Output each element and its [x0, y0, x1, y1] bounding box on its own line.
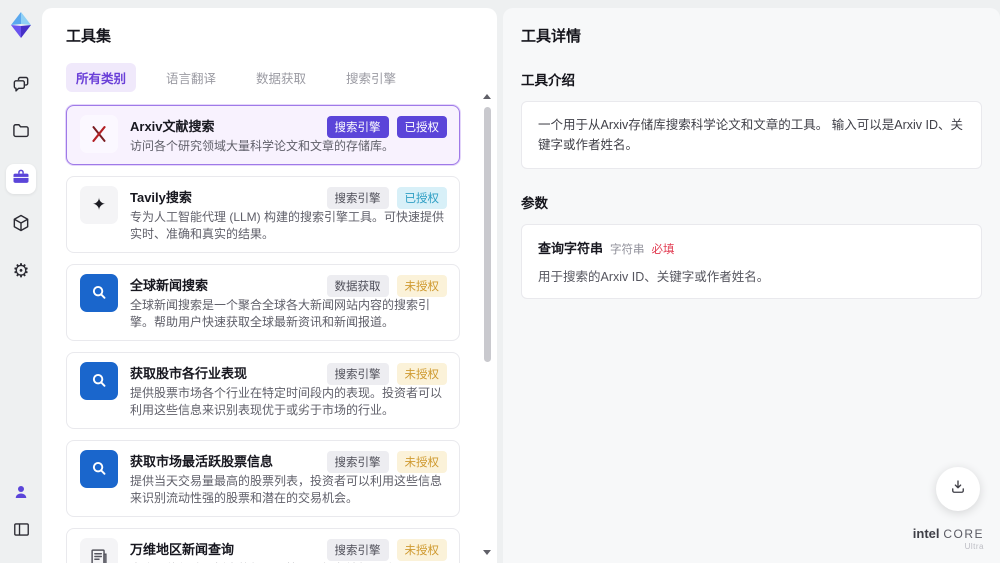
- brand-core: CORE: [943, 526, 984, 541]
- category-badge: 搜索引擎: [326, 451, 389, 474]
- category-badge: 数据获取: [326, 275, 389, 298]
- panel-toggle-icon: [12, 520, 31, 544]
- app-logo: [4, 8, 38, 42]
- status-badge: 已授权: [396, 187, 447, 210]
- nav-panel-toggle[interactable]: [6, 517, 36, 547]
- tool-desc: 专为人工智能代理 (LLM) 构建的搜索引擎工具。可快速提供实时、准确和真实的结…: [130, 210, 445, 242]
- tool-desc: 提供当天交易量最高的股票列表，投资者可以利用这些信息来识别流动性强的股票和潜在的…: [130, 474, 443, 506]
- tool-name: 全球新闻搜索: [130, 278, 209, 294]
- category-badge: 搜索引擎: [326, 363, 389, 386]
- tab-all-categories[interactable]: 所有类别: [66, 63, 137, 92]
- arxiv-x-icon: [80, 115, 118, 153]
- chat-icon: [11, 75, 31, 100]
- tool-desc: 提供股票市场各个行业在特定时间段内的表现。投资者可以利用这些信息来识别表现优于或…: [130, 386, 443, 418]
- category-tabs: 所有类别 语言翻译 数据获取 搜索引擎: [66, 63, 475, 92]
- status-badge: 未授权: [396, 539, 447, 562]
- category-badge: 搜索引擎: [326, 539, 389, 562]
- download-icon: [949, 478, 967, 501]
- category-badge: 搜索引擎: [326, 116, 389, 138]
- status-badge: 已授权: [396, 116, 447, 138]
- tool-desc: 访问各个研究领域大量科学论文和文章的存储库。: [130, 139, 395, 153]
- status-badge: 未授权: [396, 451, 447, 474]
- list-scrollbar: [482, 94, 492, 555]
- blue-search-icon: [80, 450, 118, 489]
- intro-text: 一个用于从Arxiv存储库搜索科学论文和文章的工具。 输入可以是Arxiv ID…: [538, 118, 964, 152]
- tools-list-pane: 工具集 所有类别 语言翻译 数据获取 搜索引擎 Arxiv文献搜索 访问各个研究…: [42, 8, 497, 563]
- tool-name: 获取股市各行业表现: [130, 366, 248, 382]
- brand-ultra: Ultra: [964, 542, 984, 552]
- scrollbar-thumb[interactable]: [483, 107, 491, 362]
- left-nav-rail: ⚙: [0, 0, 42, 563]
- nav-tools[interactable]: [6, 164, 36, 194]
- intro-heading: 工具介绍: [521, 73, 575, 88]
- briefcase-icon: [11, 167, 31, 192]
- scroll-down-arrow-icon[interactable]: [483, 550, 491, 555]
- param-name: 查询字符串: [538, 241, 604, 256]
- tab-language-translation[interactable]: 语言翻译: [156, 63, 226, 92]
- param-card: 查询字符串 字符串 必填 用于搜索的Arxiv ID、关键字或作者姓名。: [521, 224, 982, 299]
- param-required-badge: 必填: [651, 244, 675, 256]
- blue-search-icon: [80, 274, 118, 313]
- tool-name: Arxiv文献搜索: [130, 119, 215, 134]
- param-type: 字符串: [610, 244, 645, 256]
- tool-card-most-active-stocks[interactable]: 获取市场最活跃股票信息 提供当天交易量最高的股票列表，投资者可以利用这些信息来识…: [66, 440, 460, 518]
- tool-name: 获取市场最活跃股票信息: [130, 454, 274, 470]
- tool-card-tavily[interactable]: ✦ Tavily搜索 专为人工智能代理 (LLM) 构建的搜索引擎工具。可快速提…: [66, 176, 460, 254]
- intro-card: 一个用于从Arxiv存储库搜索科学论文和文章的工具。 输入可以是Arxiv ID…: [521, 101, 982, 169]
- params-heading: 参数: [521, 196, 548, 211]
- tools-panel-title: 工具集: [66, 28, 112, 45]
- tool-card-regional-news[interactable]: 万维地区新闻查询 查询具体行政区划内的新闻，快速了解各地新闻动 搜索引擎 未授权: [66, 528, 460, 563]
- newspaper-icon: [80, 538, 118, 563]
- param-desc: 用于搜索的Arxiv ID、关键字或作者姓名。: [538, 270, 770, 284]
- nav-settings[interactable]: ⚙: [6, 256, 36, 286]
- folder-icon: [11, 121, 31, 146]
- nav-packages[interactable]: [6, 210, 36, 240]
- tool-card-sector-performance[interactable]: 获取股市各行业表现 提供股票市场各个行业在特定时间段内的表现。投资者可以利用这些…: [66, 352, 460, 430]
- nav-account[interactable]: [6, 479, 36, 509]
- tool-card-arxiv[interactable]: Arxiv文献搜索 访问各个研究领域大量科学论文和文章的存储库。 搜索引擎 已授…: [66, 105, 460, 166]
- status-badge: 未授权: [396, 363, 447, 386]
- category-badge: 搜索引擎: [326, 187, 389, 210]
- gear-icon: ⚙: [12, 259, 30, 282]
- main-area: 工具集 所有类别 语言翻译 数据获取 搜索引擎 Arxiv文献搜索 访问各个研究…: [42, 8, 1000, 563]
- tool-name: 万维地区新闻查询: [130, 542, 235, 558]
- tool-details-pane: 工具详情 工具介绍 一个用于从Arxiv存储库搜索科学论文和文章的工具。 输入可…: [503, 8, 1000, 563]
- status-badge: 未授权: [396, 275, 447, 298]
- tool-name: Tavily搜索: [130, 190, 192, 206]
- nav-files[interactable]: [6, 118, 36, 148]
- tool-card-global-news[interactable]: 全球新闻搜索 全球新闻搜索是一个聚合全球各大新闻网站内容的搜索引擎。帮助用户快速…: [66, 264, 460, 342]
- package-icon: [11, 213, 31, 238]
- sparkle-star-icon: ✦: [80, 186, 118, 225]
- nav-chat[interactable]: [6, 72, 36, 102]
- scroll-up-arrow-icon[interactable]: [483, 94, 491, 99]
- tab-data-fetch[interactable]: 数据获取: [246, 63, 316, 92]
- tool-desc: 全球新闻搜索是一个聚合全球各大新闻网站内容的搜索引擎。帮助用户快速获取全球最新资…: [130, 298, 431, 330]
- blue-search-icon: [80, 362, 118, 401]
- details-title: 工具详情: [521, 28, 582, 45]
- tab-search-engine[interactable]: 搜索引擎: [336, 63, 406, 92]
- download-button[interactable]: [936, 467, 980, 511]
- brand-intel: intel: [912, 525, 940, 541]
- intel-core-logo: intel CORE Ultra: [913, 525, 984, 552]
- tool-card-list: Arxiv文献搜索 访问各个研究领域大量科学论文和文章的存储库。 搜索引擎 已授…: [66, 105, 460, 563]
- user-icon: [12, 483, 30, 506]
